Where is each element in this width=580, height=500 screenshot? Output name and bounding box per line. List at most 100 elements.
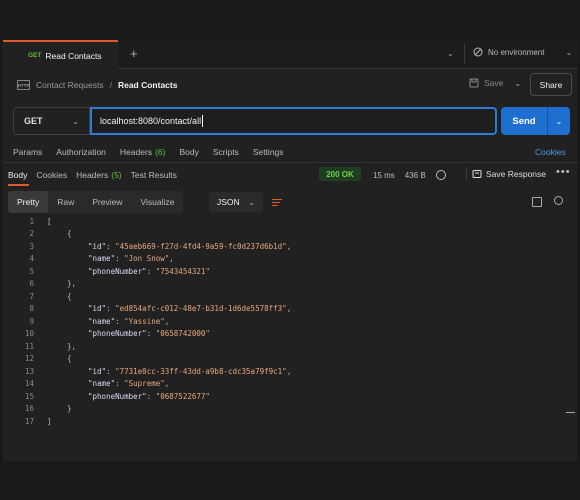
text-cursor [202, 115, 204, 127]
save-icon [469, 78, 479, 88]
save-button[interactable]: Save ⌄ [469, 78, 521, 88]
send-button[interactable]: Send ⌄ [501, 107, 570, 135]
view-mode-raw[interactable]: Raw [48, 191, 83, 213]
share-button[interactable]: Share [530, 73, 572, 96]
tab-scripts[interactable]: Scripts [213, 147, 239, 157]
json-key: "id" [88, 366, 107, 376]
code-text: "name": "Yassine", [88, 317, 169, 326]
breadcrumb-separator: / [109, 80, 112, 90]
section-divider [3, 162, 577, 163]
code-line: 1[ [3, 215, 577, 228]
save-response-label: Save Response [486, 169, 547, 179]
tabs-chevron-down-icon[interactable]: ⌄ [447, 48, 454, 58]
code-line: 3 "id": "45aeb669-f27d-4fd4-9a59-fc0d237d… [3, 240, 577, 253]
save-chevron-down-icon[interactable]: ⌄ [514, 79, 521, 88]
code-text: [ [47, 217, 52, 226]
json-punctuation: , [164, 316, 170, 326]
json-punctuation: ] [47, 416, 52, 426]
json-value: "7731e0cc-33ff-43dd-a9b8-cdc35a79f9c1" [115, 366, 287, 376]
view-mode-pretty[interactable]: Pretty [8, 191, 49, 213]
json-punctuation: , [286, 304, 292, 314]
tab-params[interactable]: Params [13, 147, 42, 157]
tab-read-contacts[interactable]: GET Read Contacts [3, 40, 118, 69]
format-select[interactable]: JSON ⌄ [209, 192, 263, 212]
response-meta: 15 ms 436 B [373, 170, 446, 180]
tab-settings[interactable]: Settings [253, 147, 284, 157]
no-environment-icon [473, 47, 483, 57]
code-text: }, [67, 342, 76, 351]
tab-authorization[interactable]: Authorization [56, 147, 106, 157]
status-badge[interactable]: 200 OK [319, 167, 361, 181]
search-icon[interactable] [554, 196, 563, 205]
format-label: JSON [217, 197, 240, 207]
line-number: 2 [29, 229, 34, 239]
tab-headers-count: (6) [155, 147, 166, 157]
line-number: 3 [29, 241, 34, 251]
response-size[interactable]: 436 B [405, 171, 426, 180]
code-line: 16} [3, 403, 577, 416]
scrollbar-marker[interactable] [566, 412, 575, 413]
response-time[interactable]: 15 ms [373, 171, 395, 180]
url-value: localhost:8080/contact/all [100, 116, 202, 126]
response-tab-headers[interactable]: Headers (5) [76, 170, 122, 180]
json-value: "Jon Snow" [124, 254, 170, 264]
json-value: "45aeb669-f27d-4fd4-9a59-fc0d237d6b1d" [115, 241, 287, 251]
code-line: 5 "phoneNumber": "7543454321" [3, 265, 577, 278]
plus-icon[interactable]: + [130, 46, 138, 61]
request-tabs: Params Authorization Headers (6) Body Scr… [13, 147, 298, 157]
json-key: "id" [88, 304, 107, 314]
breadcrumb: HTTP Contact Requests / Read Contacts [17, 80, 177, 90]
line-number: 1 [29, 216, 34, 226]
code-text: "id": "ed854afc-c012-48e7-b31d-1d6de5578… [88, 304, 291, 313]
code-line: 9 "name": "Yassine", [3, 315, 577, 328]
code-text: "phoneNumber": "0658742000" [88, 329, 210, 338]
code-line: 7{ [3, 290, 577, 303]
code-text: "phoneNumber": "0687522677" [88, 392, 210, 401]
cookies-link[interactable]: Cookies [535, 147, 566, 157]
wrap-icon[interactable] [267, 192, 287, 212]
json-punctuation: : [115, 379, 125, 389]
save-response-button[interactable]: Save Response [472, 169, 546, 179]
line-number: 7 [29, 291, 34, 301]
globe-icon[interactable] [435, 170, 446, 180]
code-line: 15 "phoneNumber": "0687522677" [3, 390, 577, 403]
breadcrumb-current[interactable]: Read Contacts [118, 80, 178, 90]
postman-window: GET Read Contacts + ⌄ No environment ⌄ H… [3, 40, 577, 462]
code-text: { [67, 292, 72, 301]
json-key: "phoneNumber" [88, 266, 147, 276]
view-mode-preview[interactable]: Preview [83, 191, 131, 213]
environment-selector[interactable]: No environment ⌄ [473, 47, 572, 57]
environment-label: No environment [488, 47, 545, 57]
response-tabs: Body Cookies Headers (5) Test Results [8, 170, 186, 180]
json-punctuation: , [169, 254, 174, 264]
format-chevron-down-icon: ⌄ [248, 197, 255, 207]
view-mode-visualize[interactable]: Visualize [131, 191, 183, 213]
line-number: 17 [24, 416, 34, 426]
response-tab-cookies[interactable]: Cookies [36, 170, 67, 180]
code-line: 6}, [3, 278, 577, 291]
tab-method: GET [28, 52, 42, 59]
tab-body[interactable]: Body [179, 147, 198, 157]
environment-chevron-down-icon: ⌄ [565, 47, 573, 57]
json-key: "name" [88, 254, 116, 264]
json-value: "0687522677" [155, 391, 210, 401]
copy-icon[interactable] [532, 197, 542, 207]
response-tab-test-results[interactable]: Test Results [131, 170, 177, 180]
more-icon[interactable]: ••• [556, 166, 571, 178]
send-chevron-down-icon[interactable]: ⌄ [548, 117, 570, 126]
view-mode-bar: Pretty Raw Preview Visualize [8, 191, 184, 213]
code-line: 14 "name": "Supreme", [3, 378, 577, 391]
line-number: 11 [24, 341, 34, 351]
method-label: GET [24, 116, 43, 126]
json-value: "Yassine" [124, 316, 165, 326]
breadcrumb-parent[interactable]: Contact Requests [36, 80, 104, 90]
code-text: "name": "Jon Snow", [88, 254, 174, 263]
line-number: 4 [29, 254, 34, 264]
send-label: Send [512, 115, 536, 127]
json-value: "Supreme" [124, 379, 165, 389]
tab-headers[interactable]: Headers (6) [120, 147, 166, 157]
url-input[interactable]: localhost:8080/contact/all [90, 107, 497, 135]
code-line: 17] [3, 415, 577, 428]
method-select[interactable]: GET ⌄ [13, 107, 90, 135]
response-tab-body[interactable]: Body [8, 170, 27, 180]
